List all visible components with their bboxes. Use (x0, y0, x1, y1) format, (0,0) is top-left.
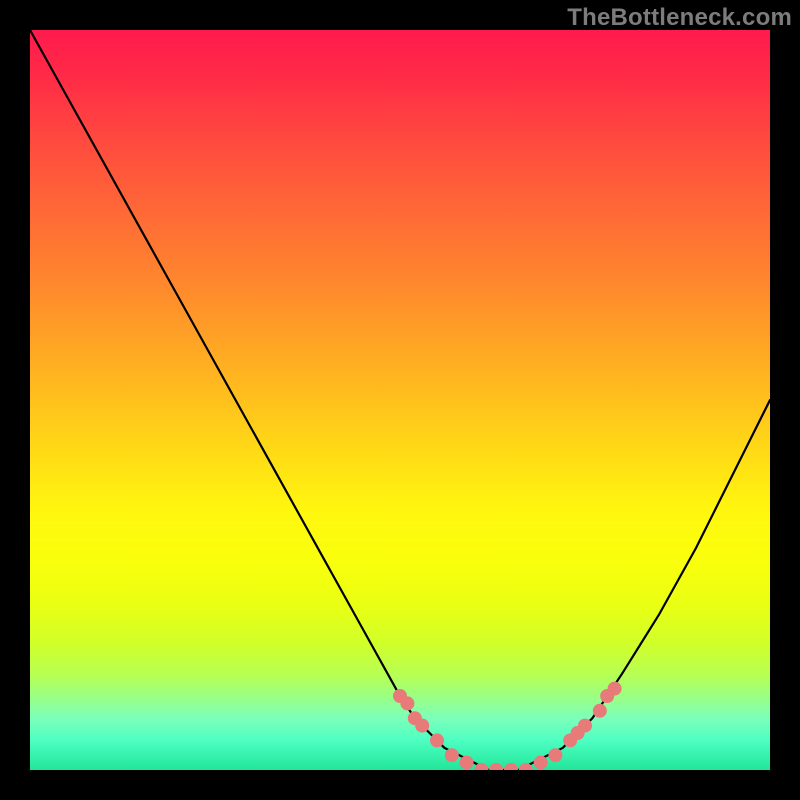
marker-dot (548, 748, 562, 762)
marker-dot (415, 719, 429, 733)
marker-dot (534, 756, 548, 770)
marker-dot (460, 756, 474, 770)
watermark-text: TheBottleneck.com (567, 4, 792, 32)
marker-dot (430, 733, 444, 747)
marker-dot (504, 763, 518, 770)
marker-dot (400, 696, 414, 710)
bottleneck-curve (30, 30, 770, 770)
plot-area (30, 30, 770, 770)
chart-overlay (30, 30, 770, 770)
marker-dot (608, 682, 622, 696)
marker-group (393, 682, 622, 770)
marker-dot (578, 719, 592, 733)
marker-dot (445, 748, 459, 762)
marker-dot (593, 704, 607, 718)
marker-dot (489, 763, 503, 770)
chart-frame: TheBottleneck.com (0, 0, 800, 800)
